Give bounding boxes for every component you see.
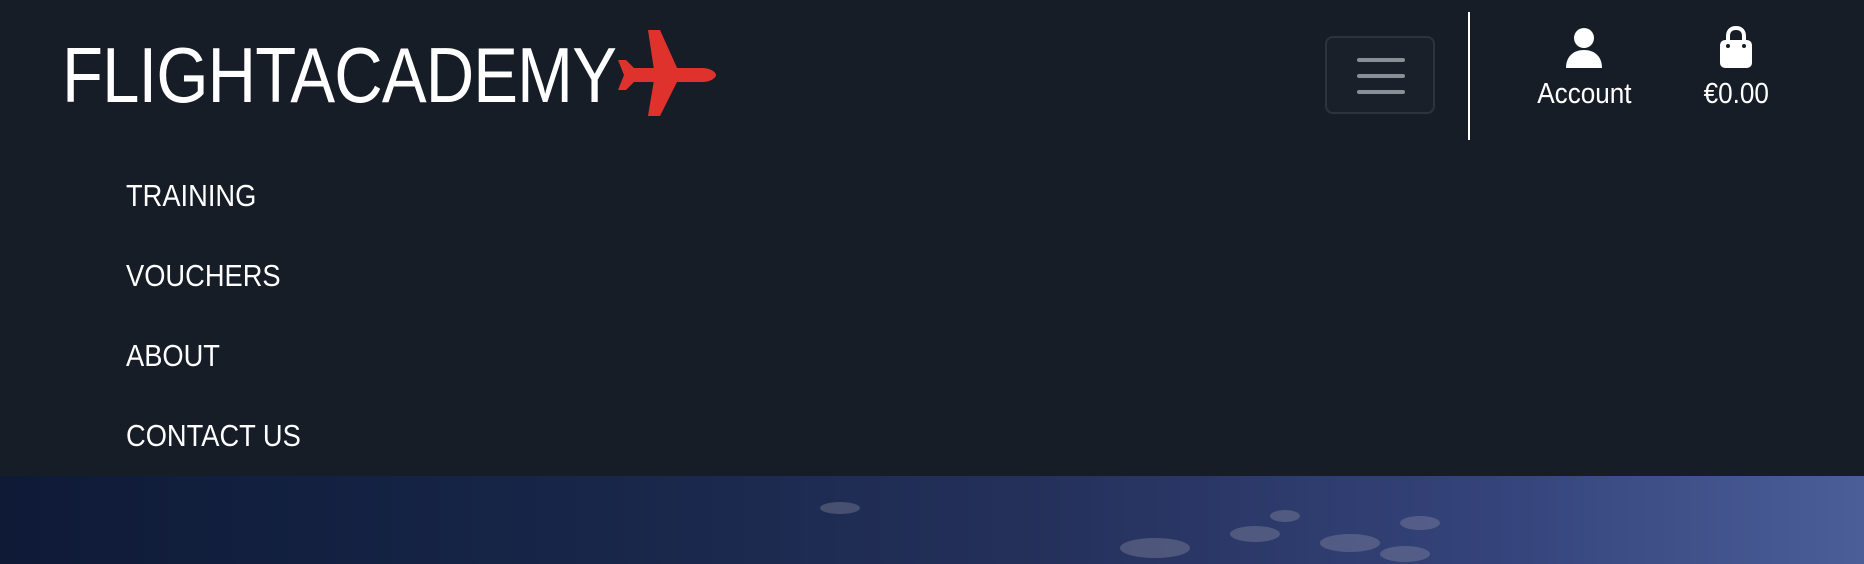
hamburger-line <box>1357 90 1405 94</box>
cloud <box>1120 538 1190 558</box>
nav-link-training[interactable]: TRAINING <box>126 170 256 222</box>
main-nav: TRAINING VOUCHERS ABOUT CONTACT US <box>126 170 325 490</box>
cart-total: €0.00 <box>1703 78 1769 110</box>
brand-name: FLIGHTACADEMY <box>62 31 617 119</box>
menu-toggle-button[interactable] <box>1325 36 1435 114</box>
nav-item-training: TRAINING <box>126 170 325 250</box>
nav-link-contact-us[interactable]: CONTACT US <box>126 410 301 462</box>
nav-link-vouchers[interactable]: VOUCHERS <box>126 250 281 302</box>
cloud <box>1380 546 1430 562</box>
cloud <box>820 502 860 514</box>
cloud <box>1230 526 1280 542</box>
brand-logo[interactable]: FLIGHTACADEMY <box>62 30 716 120</box>
nav-link-about[interactable]: ABOUT <box>126 330 220 382</box>
cloud <box>1320 534 1380 552</box>
account-link[interactable]: Account <box>1524 26 1644 112</box>
cloud <box>1270 510 1300 522</box>
cloud <box>1400 516 1440 530</box>
user-icon <box>1566 28 1602 68</box>
site-header: FLIGHTACADEMY Account €0.00 TRAINING VOU… <box>0 0 1864 476</box>
nav-item-vouchers: VOUCHERS <box>126 250 325 330</box>
account-label: Account <box>1536 78 1632 110</box>
hamburger-line <box>1357 74 1405 78</box>
airplane-icon <box>618 30 716 116</box>
hamburger-line <box>1357 58 1405 62</box>
hero-banner-image <box>0 476 1864 564</box>
header-divider <box>1468 12 1470 140</box>
nav-item-about: ABOUT <box>126 330 325 410</box>
cart-link[interactable]: €0.00 <box>1686 26 1786 112</box>
shopping-bag-icon <box>1720 26 1752 68</box>
